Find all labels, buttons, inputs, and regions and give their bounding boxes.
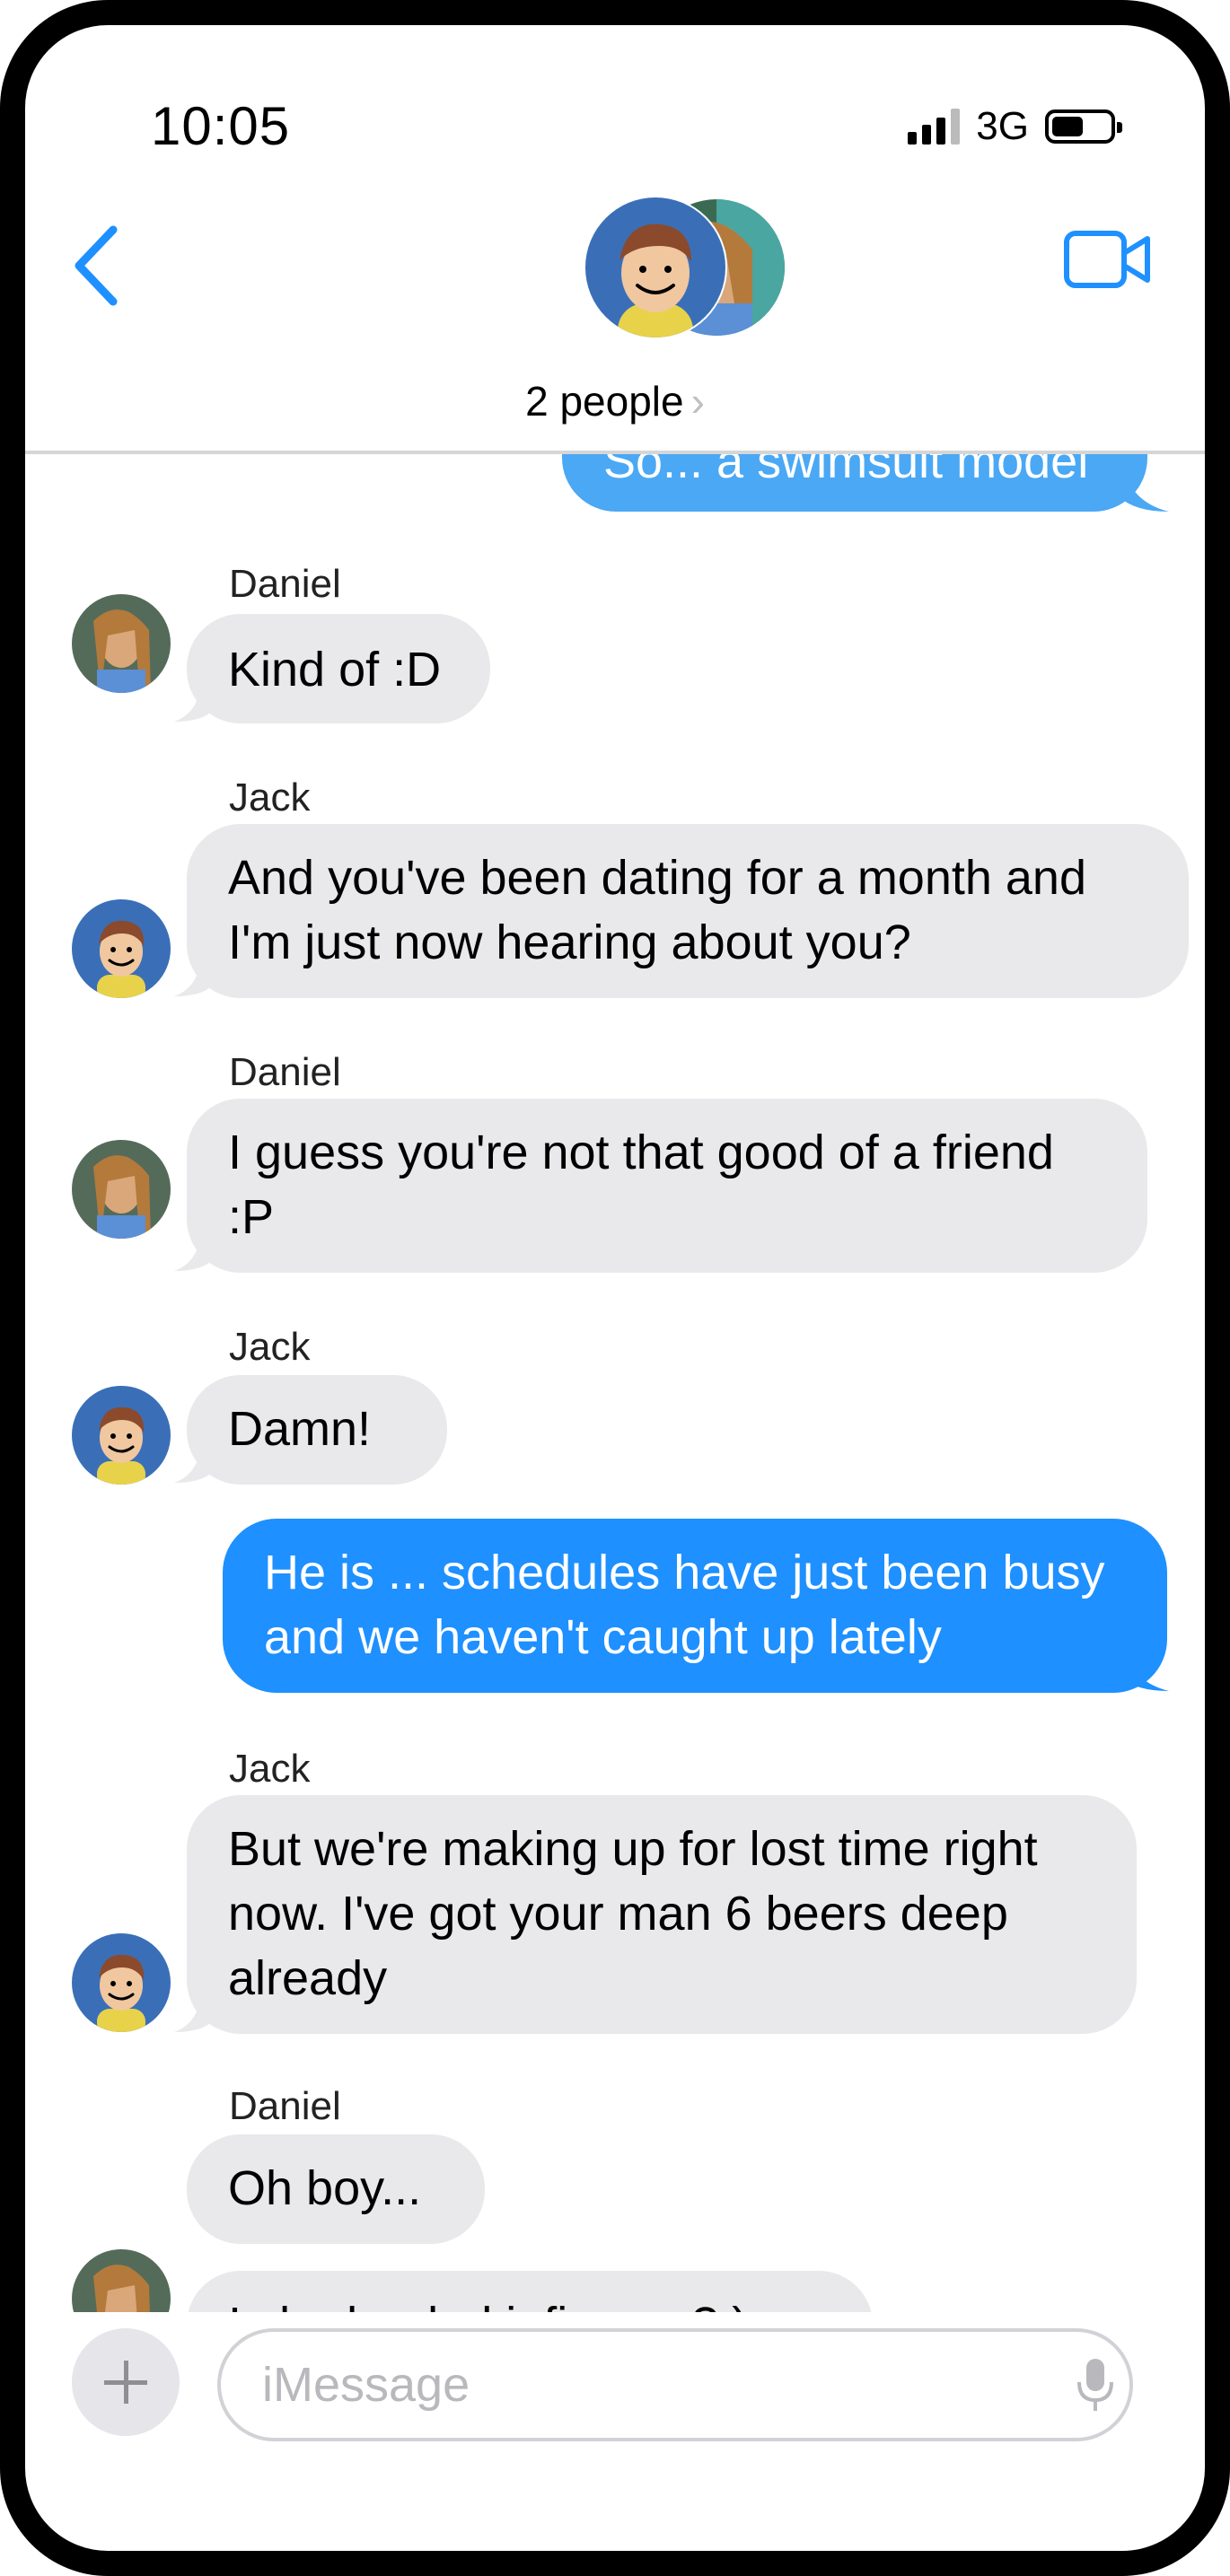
sender-name: Jack — [229, 1325, 311, 1369]
bubble-tail — [1124, 470, 1169, 512]
sender-name: Jack — [229, 775, 311, 819]
bubble-tail — [174, 955, 210, 996]
group-avatar[interactable] — [582, 196, 788, 348]
bubble-tail — [174, 1991, 210, 2032]
video-camera-icon[interactable] — [1063, 230, 1153, 289]
plus-icon[interactable] — [72, 2328, 180, 2436]
back-chevron-icon[interactable] — [70, 221, 124, 311]
header-divider — [25, 451, 1205, 454]
incoming-message-bubble[interactable]: Is he loaded infirmary?:) — [187, 2271, 873, 2312]
incoming-message-bubble[interactable]: And you've been dating for a month and I… — [187, 824, 1189, 998]
incoming-message-bubble[interactable]: I guess you're not that good of a friend… — [187, 1099, 1147, 1273]
sender-name: Daniel — [229, 1050, 341, 1094]
battery-icon — [1045, 110, 1122, 144]
chevron-right-icon: › — [690, 378, 705, 425]
status-indicators: 3G — [908, 104, 1122, 149]
avatar-daniel[interactable] — [72, 1140, 171, 1239]
incoming-message-bubble[interactable]: Oh boy... — [187, 2134, 485, 2244]
sender-name: Daniel — [229, 2084, 341, 2128]
avatar-jack[interactable] — [72, 1933, 171, 2032]
phone-frame: 10:05 3G 2 people › So... a swimsuit mod… — [0, 0, 1230, 2576]
conversation[interactable]: So... a swimsuit model Daniel Kind of :D… — [25, 454, 1205, 2312]
people-count-label: 2 people — [525, 378, 684, 425]
avatar-jack[interactable] — [72, 1386, 171, 1485]
avatar-daniel[interactable] — [72, 2249, 171, 2312]
bubble-tail — [1124, 1650, 1169, 1691]
message-input[interactable]: iMessage — [217, 2328, 1133, 2441]
signal-icon — [908, 109, 961, 145]
microphone-icon[interactable] — [1076, 2357, 1115, 2414]
outgoing-message-bubble[interactable]: So... a swimsuit model — [562, 454, 1147, 512]
avatar-daniel[interactable] — [72, 594, 171, 693]
incoming-message-bubble[interactable]: But we're making up for lost time right … — [187, 1795, 1137, 2034]
network-label: 3G — [976, 104, 1029, 148]
bubble-tail — [174, 1230, 210, 1271]
bubble-tail — [174, 1441, 210, 1483]
sender-name: Jack — [229, 1747, 311, 1791]
avatar-jack[interactable] — [72, 899, 171, 998]
bubble-tail — [174, 680, 210, 722]
incoming-message-bubble[interactable]: Kind of :D — [187, 614, 490, 723]
status-time: 10:05 — [151, 96, 291, 156]
outgoing-message-bubble[interactable]: He is ... schedules have just been busy … — [223, 1519, 1167, 1693]
incoming-message-bubble[interactable]: Damn! — [187, 1375, 447, 1485]
group-title[interactable]: 2 people › — [25, 377, 1205, 425]
sender-name: Daniel — [229, 562, 341, 606]
